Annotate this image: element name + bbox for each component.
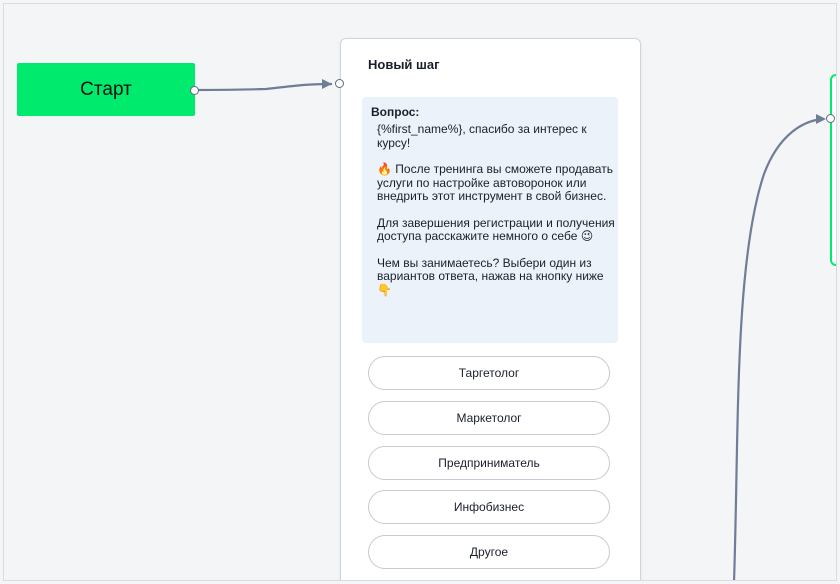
question-label: Вопрос:	[371, 105, 420, 119]
answer-label: Маркетолог	[456, 411, 522, 425]
answer-button-marketolog[interactable]: Маркетолог	[368, 401, 610, 435]
start-output-port[interactable]	[190, 86, 199, 95]
question-box[interactable]: Вопрос: {%first_name%}, спасибо за интер…	[362, 97, 618, 343]
answer-button-infobiznes[interactable]: Инфобизнес	[368, 490, 610, 524]
question-text: {%first_name%}, спасибо за интерес к кур…	[377, 122, 619, 310]
arrow-head-right	[816, 114, 826, 124]
arrow-head-step	[322, 79, 332, 89]
edge-start-to-step	[194, 82, 333, 92]
next-step-input-port[interactable]	[826, 114, 835, 123]
question-paragraph: Чем вы занимаетесь? Выбери один из вариа…	[377, 255, 607, 297]
question-paragraph: {%first_name%}, спасибо за интерес к кур…	[377, 122, 590, 150]
start-node[interactable]: Старт	[17, 63, 195, 116]
step-input-port[interactable]	[335, 79, 344, 88]
step-title: Новый шаг	[368, 57, 440, 72]
next-step-node[interactable]	[830, 74, 836, 266]
answer-button-predprinimatel[interactable]: Предприниматель	[368, 446, 610, 480]
answer-button-targetolog[interactable]: Таргетолог	[368, 356, 610, 390]
step-card[interactable]: Новый шаг Вопрос: {%first_name%}, спасиб…	[340, 38, 641, 580]
answer-label: Инфобизнес	[453, 500, 525, 514]
flow-canvas[interactable]: Старт Новый шаг Вопрос: {%first_name%}, …	[3, 3, 837, 581]
edge-to-right-node	[732, 117, 825, 580]
answer-label: Таргетолог	[458, 366, 520, 380]
start-node-label: Старт	[80, 78, 132, 100]
answer-button-drugoe[interactable]: Другое	[368, 535, 610, 569]
answer-label: Другое	[469, 545, 509, 559]
question-paragraph: Для завершения регистрации и получения д…	[377, 215, 619, 243]
question-paragraph: 🔥 После тренинга вы сможете продавать ус…	[377, 162, 617, 203]
answer-label: Предприниматель	[438, 456, 540, 470]
